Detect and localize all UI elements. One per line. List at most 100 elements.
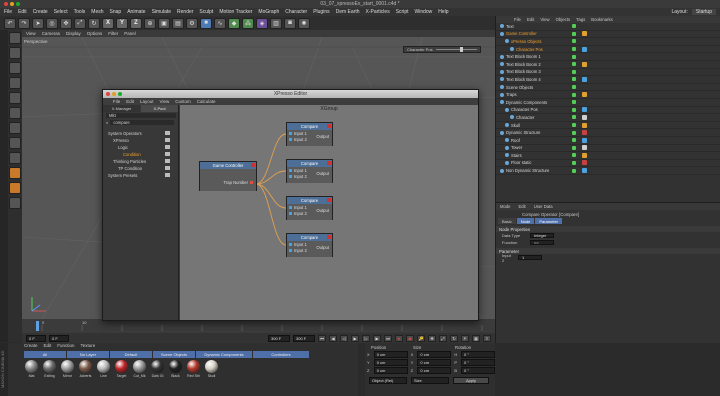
object-tag-icon[interactable]	[582, 107, 587, 113]
object-tag-icon[interactable]	[582, 145, 587, 151]
object-row[interactable]: Character Pos	[496, 107, 720, 115]
function-select[interactable]: ==	[530, 240, 554, 245]
coord-pos[interactable]: 0 cm	[373, 367, 408, 374]
xpresso-menu-file[interactable]: File	[113, 99, 120, 104]
grid-key-icon[interactable]: ▦	[472, 334, 480, 342]
visibility-check-icon[interactable]	[572, 153, 576, 158]
visibility-check-icon[interactable]	[572, 160, 576, 165]
camera-icon[interactable]: ◙	[284, 17, 296, 29]
nurbs-icon[interactable]: ◆	[228, 17, 240, 29]
menu-window[interactable]: Window	[414, 9, 432, 15]
end-frame-field[interactable]: 300 F	[268, 334, 290, 342]
make-editable-icon[interactable]	[9, 32, 21, 44]
viewport-menu-panel[interactable]: Panel	[124, 31, 136, 36]
object-tag-icon[interactable]	[582, 92, 587, 98]
tab-x-pool[interactable]: X-Pool	[141, 105, 178, 112]
scale-icon[interactable]: ⤢	[74, 17, 86, 29]
object-row[interactable]: Text Block Boom 1	[496, 53, 720, 61]
material-swatch[interactable]: Red Stri	[186, 360, 201, 378]
object-row[interactable]: Skull	[496, 122, 720, 130]
object-tag-icon[interactable]	[582, 122, 587, 128]
compare-node[interactable]: Compare Input 1 Input 2 Output	[286, 196, 333, 220]
object-tag-icon[interactable]	[582, 76, 587, 82]
live-select-icon[interactable]: ◎	[46, 17, 58, 29]
visibility-check-icon[interactable]	[572, 77, 576, 82]
light-icon[interactable]: ✺	[298, 17, 310, 29]
menu-select[interactable]: Select	[54, 9, 68, 15]
menu-create[interactable]: Create	[33, 9, 48, 15]
tree-item[interactable]: TP Condition	[103, 165, 178, 172]
keyframe-selection-icon[interactable]: 🔑	[417, 334, 425, 342]
y-axis-button[interactable]: Y	[116, 17, 128, 29]
node-options-icon[interactable]	[327, 161, 331, 165]
output-port[interactable]: Output	[316, 208, 329, 213]
go-start-icon[interactable]: ⏮	[318, 334, 326, 342]
object-row[interactable]: Traps	[496, 91, 720, 99]
attribute-menu-user-data[interactable]: User Data	[534, 204, 553, 209]
object-row[interactable]: Stairs	[496, 152, 720, 160]
deformer-icon[interactable]: ◈	[256, 17, 268, 29]
menu-help[interactable]: Help	[438, 9, 448, 15]
viewport-menu-view[interactable]: View	[26, 31, 36, 36]
material-swatch[interactable]: Mirror	[60, 360, 75, 378]
render-settings-icon[interactable]: ⚙	[186, 17, 198, 29]
lock-workplane-icon[interactable]	[9, 182, 21, 194]
coord-size[interactable]: 0 cm	[417, 367, 452, 374]
menu-simulate[interactable]: Simulate	[152, 9, 171, 15]
point-mode-icon[interactable]	[9, 92, 21, 104]
prev-frame-icon[interactable]: ◁	[340, 334, 348, 342]
apply-button[interactable]: Apply	[453, 377, 489, 384]
menu-mesh[interactable]: Mesh	[91, 9, 103, 15]
current-frame-field[interactable]: 0 F	[49, 334, 69, 342]
search-input[interactable]: compare	[110, 120, 175, 125]
coord-pos[interactable]: 0 cm	[373, 359, 408, 366]
play-icon[interactable]: ▶	[351, 334, 359, 342]
object-row[interactable]: Roof	[496, 137, 720, 145]
object-row[interactable]: Tower	[496, 145, 720, 153]
object-tag-icon[interactable]	[582, 130, 587, 136]
material-menu-edit[interactable]: Edit	[44, 343, 52, 350]
object-tag-icon[interactable]	[582, 168, 587, 174]
move-icon[interactable]: ✥	[60, 17, 72, 29]
scene-icon[interactable]: ▥	[270, 17, 282, 29]
object-menu-view[interactable]: View	[540, 17, 549, 22]
visibility-check-icon[interactable]	[572, 54, 576, 59]
array-icon[interactable]: ⁂	[242, 17, 254, 29]
object-row[interactable]: Character Pos	[496, 46, 720, 54]
coord-rot[interactable]: 0 °	[461, 367, 495, 374]
z-axis-button[interactable]: Z	[130, 17, 142, 29]
visibility-check-icon[interactable]	[572, 130, 576, 135]
xpresso-menu-custom[interactable]: Custom	[175, 99, 191, 104]
layout-select[interactable]: Startup	[691, 9, 716, 15]
xpresso-menu-view[interactable]: View	[160, 99, 170, 104]
menu-snap[interactable]: Snap	[110, 9, 122, 15]
menu-script[interactable]: Script	[396, 9, 409, 15]
menu-animate[interactable]: Animate	[127, 9, 145, 15]
attribute-tab-parameter[interactable]: Parameter	[535, 218, 563, 224]
workplane-icon[interactable]	[9, 77, 21, 89]
coord-rot[interactable]: 0 °	[461, 359, 495, 366]
visibility-check-icon[interactable]	[572, 115, 576, 120]
spline-icon[interactable]: ∿	[214, 17, 226, 29]
object-row[interactable]: Game Controller	[496, 31, 720, 39]
object-tag-icon[interactable]	[582, 31, 587, 37]
object-row[interactable]: Scene Objects	[496, 84, 720, 92]
visibility-check-icon[interactable]	[572, 85, 576, 90]
tweak-mode-icon[interactable]	[9, 152, 21, 164]
menu-tools[interactable]: Tools	[74, 9, 86, 15]
xpresso-zoom-icon[interactable]	[118, 92, 122, 96]
menu-file[interactable]: File	[4, 9, 12, 15]
material-menu-function[interactable]: Function	[57, 343, 74, 350]
object-row[interactable]: Dynamic Structure	[496, 129, 720, 137]
position-key-icon[interactable]: ✥	[428, 334, 436, 342]
material-swatch[interactable]: Exiting	[42, 360, 57, 378]
close-window-icon[interactable]	[4, 2, 8, 6]
trap-number-port[interactable]: Trap Number	[223, 180, 248, 185]
material-swatch[interactable]: Black	[168, 360, 183, 378]
material-tab-no-layer[interactable]: No Layer	[67, 351, 109, 358]
object-row[interactable]: Text	[496, 23, 720, 31]
texture-mode-icon[interactable]	[9, 62, 21, 74]
visibility-check-icon[interactable]	[572, 24, 576, 29]
select-arrow-icon[interactable]: ➤	[32, 17, 44, 29]
visibility-check-icon[interactable]	[572, 123, 576, 128]
